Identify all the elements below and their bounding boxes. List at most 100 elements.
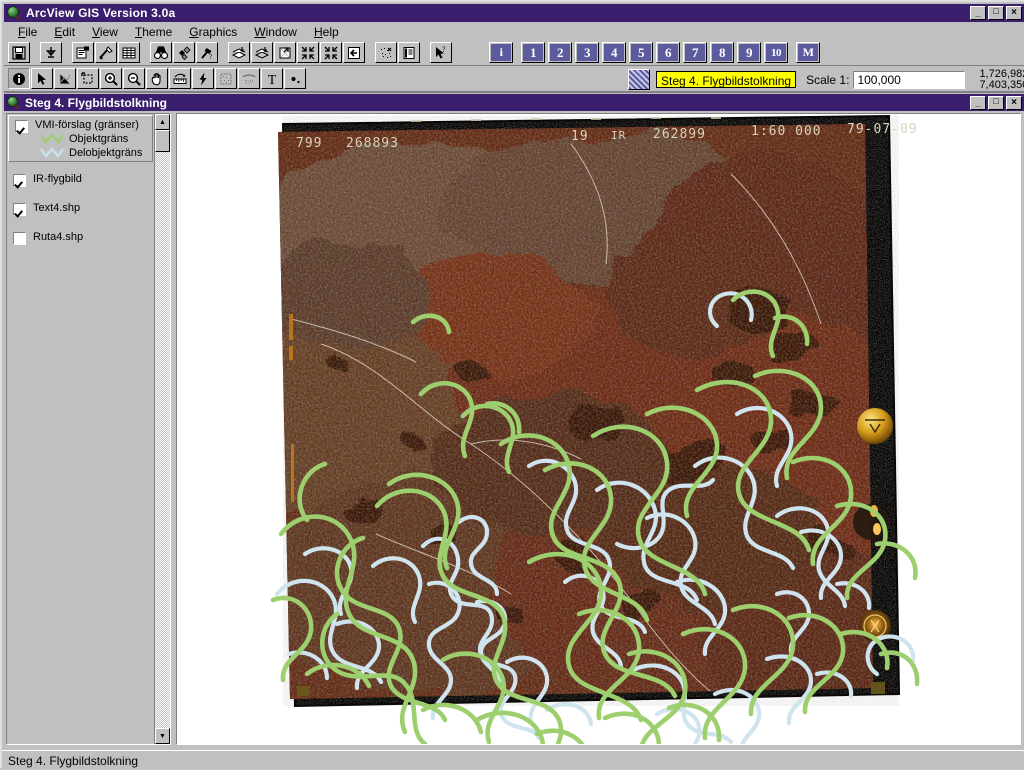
script-button-6[interactable]: 6 <box>656 42 680 63</box>
layer-checkbox-ir-flygbild[interactable] <box>13 174 26 187</box>
script-button-7-label: 7 <box>685 44 705 61</box>
script-button-m[interactable]: M <box>796 42 820 63</box>
view-maximize-button[interactable]: □ <box>988 95 1004 110</box>
vertex-edit-icon[interactable] <box>54 68 76 89</box>
zoom-out-fixed-icon[interactable] <box>320 42 342 63</box>
script-button-4[interactable]: 4 <box>602 42 626 63</box>
arrow-question-icon[interactable]: ? <box>430 42 452 63</box>
layer-item-text4[interactable]: Text4.shp <box>7 199 155 218</box>
hammer-query-icon[interactable]: ? <box>196 42 218 63</box>
layer-label-ruta4: Ruta4.shp <box>33 231 84 243</box>
layer-item-ir-flygbild[interactable]: IR-flygbild <box>7 170 155 189</box>
status-bar: Steg 4. Flygbildstolkning <box>2 750 1024 770</box>
view-maximize-icon: □ <box>993 95 999 106</box>
select-box-icon[interactable] <box>77 68 99 89</box>
text-T-icon[interactable]: T <box>261 68 283 89</box>
scale-label: Scale 1: <box>806 72 850 87</box>
layout-icon[interactable] <box>398 42 420 63</box>
script-button-3-label: 3 <box>577 44 597 61</box>
draw-point-icon[interactable] <box>284 68 306 89</box>
script-button-1[interactable]: 1 <box>521 42 545 63</box>
photo-caption-ir: IR <box>611 129 626 142</box>
zoom-previous-icon[interactable] <box>343 42 365 63</box>
view-close-button[interactable]: × <box>1006 95 1022 110</box>
close-button[interactable]: × <box>1006 6 1022 20</box>
script-button-4-label: 4 <box>604 44 624 61</box>
menu-edit[interactable]: Edit <box>46 24 84 40</box>
layer-item-vmi-forslag[interactable]: VMI-förslag (gränser) Objektgräns Delobj… <box>8 115 153 162</box>
zoom-in-fixed-icon[interactable] <box>297 42 319 63</box>
photo-caption-date: 79-07-09 <box>847 122 918 137</box>
script-button-m-label: M <box>798 44 818 61</box>
coordinate-x: 1,726,982.64 <box>979 67 1024 80</box>
layer-checkbox-text4[interactable] <box>13 203 26 216</box>
active-theme-swatch[interactable] <box>628 69 650 90</box>
menu-file[interactable]: FFileile <box>10 24 46 40</box>
zigzag-line-icon-objektgrans <box>39 132 65 145</box>
info-script-label: i <box>491 44 511 61</box>
photo-caption-262899: 262899 <box>653 127 706 142</box>
toc-scroll-track[interactable] <box>155 130 170 728</box>
toc-scroll-thumb[interactable] <box>155 130 170 152</box>
photo-caption-268893: 268893 <box>346 136 399 151</box>
layer-item-ruta4[interactable]: Ruta4.shp <box>7 228 155 247</box>
legend-row-delobjektgrans: Delobjektgräns <box>35 146 150 159</box>
minimize-button[interactable]: _ <box>970 6 986 20</box>
application-title-bar: ArcView GIS Version 3.0a _ □ × <box>4 4 1024 22</box>
magnifier-plus-icon[interactable] <box>100 68 122 89</box>
script-button-9[interactable]: 9 <box>737 42 761 63</box>
script-button-8[interactable]: 8 <box>710 42 734 63</box>
arrow-pointer-icon[interactable] <box>31 68 53 89</box>
add-theme-icon[interactable] <box>40 42 62 63</box>
theme-properties-icon[interactable] <box>72 42 94 63</box>
menu-graphics[interactable]: Graphics <box>181 24 246 40</box>
hand-icon[interactable] <box>146 68 168 89</box>
menu-window[interactable]: Window <box>246 24 306 40</box>
ruler-icon[interactable] <box>169 68 191 89</box>
toc-scroll-up-button[interactable]: ▲ <box>155 114 170 130</box>
layer-checkbox-vmi-forslag[interactable] <box>15 120 28 133</box>
view-minimize-button[interactable]: _ <box>970 95 986 110</box>
clear-selection-icon[interactable] <box>375 42 397 63</box>
script-button-10-label: 10 <box>766 44 786 61</box>
script-button-2[interactable]: 2 <box>548 42 572 63</box>
fiducial-top-mark <box>857 408 893 444</box>
script-button-8-label: 8 <box>712 44 732 61</box>
layer-list: VMI-förslag (gränser) Objektgräns Delobj… <box>7 114 155 744</box>
binoculars-icon[interactable] <box>150 42 172 63</box>
theme-scale-strip: Steg 4. Flygbildstolkning Scale 1: 100,0… <box>628 68 1024 91</box>
lightning-icon[interactable] <box>192 68 214 89</box>
script-button-7[interactable]: 7 <box>683 42 707 63</box>
minimize-icon: _ <box>975 8 981 18</box>
coordinate-y: 7,403,350.13 <box>979 78 1024 91</box>
magnifier-minus-icon[interactable] <box>123 68 145 89</box>
maximize-icon: □ <box>993 6 999 16</box>
table-icon[interactable] <box>118 42 140 63</box>
toc-scroll-down-button[interactable]: ▼ <box>155 728 170 744</box>
coordinate-readout: 1,726,982.64 7,403,350.13 ↔ ↕ <box>979 67 1024 91</box>
layer-checkbox-ruta4[interactable] <box>13 232 26 245</box>
info-script-button[interactable]: i <box>489 42 513 63</box>
zoom-to-selected-icon[interactable] <box>251 42 273 63</box>
label-icon[interactable] <box>238 68 260 89</box>
script-button-10[interactable]: 10 <box>764 42 788 63</box>
script-button-5[interactable]: 5 <box>629 42 653 63</box>
menu-help[interactable]: Help <box>306 24 348 40</box>
script-button-3[interactable]: 3 <box>575 42 599 63</box>
maximize-button[interactable]: □ <box>988 6 1004 20</box>
map-canvas-panel[interactable]: 799 268893 19 IR 262899 1:60 000 79-07-0… <box>176 113 1021 745</box>
toc-scrollbar[interactable]: ▲ ▼ <box>154 114 170 744</box>
menu-view[interactable]: View <box>84 24 127 40</box>
legend-editor-icon[interactable] <box>95 42 117 63</box>
svg-text:?: ? <box>209 53 212 61</box>
scale-input[interactable]: 100,000 <box>853 70 966 89</box>
query-builder-icon[interactable] <box>173 42 195 63</box>
script-button-6-label: 6 <box>658 44 678 61</box>
info-circle-icon[interactable] <box>8 68 30 89</box>
floppy-disk-icon[interactable] <box>8 42 30 63</box>
dotted-square-icon[interactable] <box>215 68 237 89</box>
zoom-active-theme-icon[interactable] <box>274 42 296 63</box>
menu-theme[interactable]: Theme <box>127 24 181 40</box>
zoom-to-themes-icon[interactable] <box>228 42 250 63</box>
map-display[interactable]: 799 268893 19 IR 262899 1:60 000 79-07-0… <box>177 114 1020 744</box>
